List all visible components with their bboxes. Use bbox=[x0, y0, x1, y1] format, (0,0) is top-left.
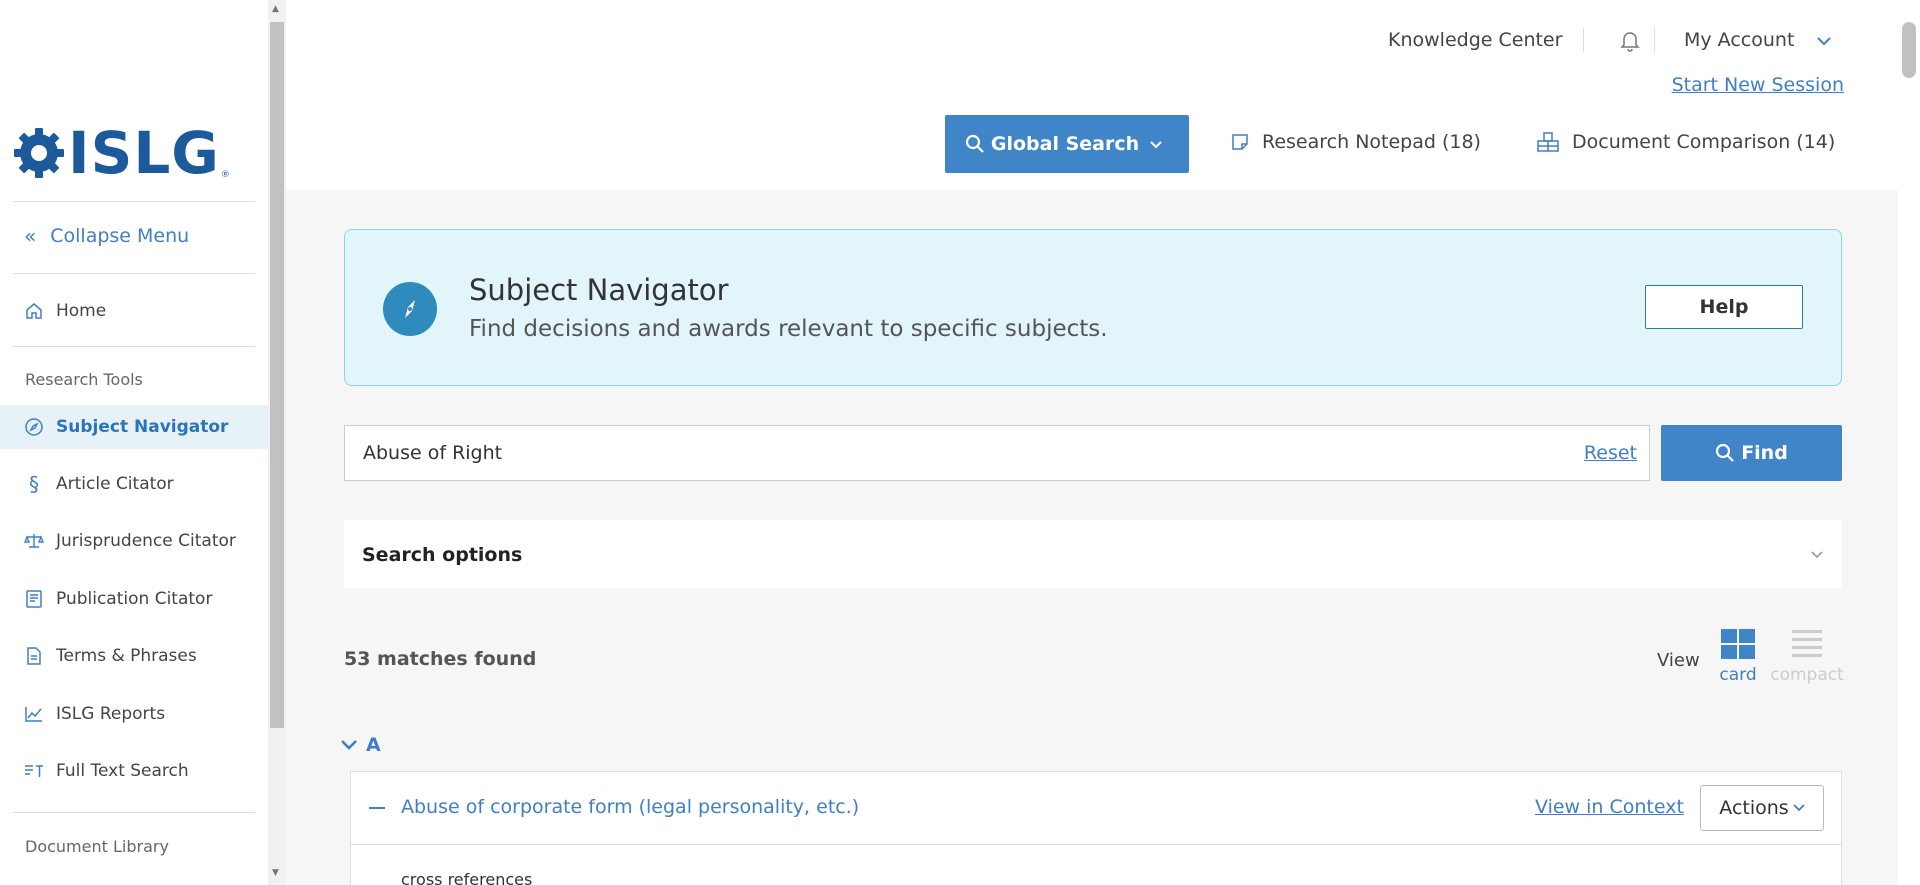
actions-dropdown[interactable]: Actions bbox=[1700, 785, 1824, 831]
top-bar: Knowledge Center My Account Start New Se… bbox=[286, 0, 1898, 190]
notepad-icon bbox=[1232, 134, 1248, 150]
sidebar-item-label: Jurisprudence Citator bbox=[56, 531, 236, 551]
grid-icon bbox=[1721, 629, 1755, 659]
actions-label: Actions bbox=[1719, 797, 1789, 819]
start-new-session-link[interactable]: Start New Session bbox=[1672, 74, 1844, 96]
subject-navigator-banner: Subject Navigator Find decisions and awa… bbox=[344, 229, 1842, 386]
sidebar-item-publication-citator[interactable]: Publication Citator bbox=[0, 577, 268, 621]
research-notepad-link[interactable]: Research Notepad (18) bbox=[1230, 131, 1481, 153]
find-label: Find bbox=[1741, 442, 1788, 464]
sidebar-item-label: Home bbox=[56, 301, 107, 321]
sidebar-item-jurisprudence-citator[interactable]: Jurisprudence Citator bbox=[0, 519, 268, 563]
view-card-label: card bbox=[1719, 665, 1757, 685]
compass-icon bbox=[24, 417, 44, 437]
view-card-toggle[interactable]: card bbox=[1714, 628, 1762, 685]
bell-icon[interactable] bbox=[1620, 30, 1640, 57]
page-title: Subject Navigator bbox=[469, 273, 729, 307]
sidebar-item-islg-reports[interactable]: ISLG Reports bbox=[0, 692, 268, 736]
sidebar-divider bbox=[13, 201, 255, 202]
chevron-down-icon bbox=[341, 740, 357, 750]
sidebar-divider bbox=[13, 346, 255, 347]
sidebar-scrollbar[interactable]: ▲ ▼ bbox=[268, 0, 286, 885]
list-icon bbox=[1792, 630, 1822, 657]
entry-title-link[interactable]: Abuse of corporate form (legal personali… bbox=[401, 796, 859, 818]
collapse-menu-button[interactable]: « Collapse Menu bbox=[24, 224, 189, 248]
document-icon bbox=[24, 646, 44, 666]
chevron-down-icon bbox=[1793, 804, 1805, 812]
reset-link[interactable]: Reset bbox=[1584, 442, 1637, 464]
sidebar-item-article-citator[interactable]: § Article Citator bbox=[0, 462, 268, 506]
page-subtitle: Find decisions and awards relevant to sp… bbox=[469, 316, 1108, 342]
global-search-label: Global Search bbox=[990, 133, 1140, 155]
view-compact-label: compact bbox=[1770, 665, 1844, 685]
collapse-minus-icon[interactable] bbox=[369, 807, 385, 809]
scales-icon bbox=[24, 531, 44, 551]
research-notepad-label: Research Notepad (18) bbox=[1262, 131, 1481, 153]
sidebar-item-subject-navigator[interactable]: Subject Navigator bbox=[0, 405, 268, 449]
section-research-tools: Research Tools bbox=[25, 370, 143, 389]
chevron-down-icon bbox=[1817, 36, 1832, 45]
scroll-down-arrow-icon[interactable]: ▼ bbox=[272, 868, 279, 878]
sidebar-item-full-text-search[interactable]: Full Text Search bbox=[0, 749, 268, 793]
search-icon bbox=[965, 134, 984, 153]
list-item: Abuse of corporate form (legal personali… bbox=[350, 771, 1842, 885]
header-divider bbox=[1583, 28, 1584, 52]
sidebar-item-terms-phrases[interactable]: Terms & Phrases bbox=[0, 634, 268, 678]
search-options-panel[interactable]: Search options bbox=[344, 520, 1842, 588]
search-options-label: Search options bbox=[362, 544, 523, 566]
section-icon: § bbox=[29, 472, 39, 496]
document-comparison-link[interactable]: Document Comparison (14) bbox=[1536, 131, 1835, 153]
scroll-up-arrow-icon[interactable]: ▲ bbox=[272, 4, 279, 14]
chart-icon bbox=[24, 704, 44, 724]
document-comparison-label: Document Comparison (14) bbox=[1572, 131, 1836, 153]
chevron-down-icon bbox=[1810, 544, 1824, 563]
section-document-library: Document Library bbox=[25, 837, 169, 856]
sidebar: ISLG ® « Collapse Menu Home Research Too… bbox=[0, 0, 268, 885]
view-compact-toggle[interactable]: compact bbox=[1770, 628, 1844, 685]
search-input-value: Abuse of Right bbox=[363, 442, 503, 464]
double-chevron-left-icon: « bbox=[24, 224, 37, 248]
group-letter: A bbox=[366, 734, 381, 756]
global-search-button[interactable]: Global Search bbox=[945, 115, 1189, 173]
group-toggle-a[interactable]: A bbox=[340, 734, 381, 756]
sidebar-divider bbox=[13, 812, 255, 813]
sidebar-item-label: Terms & Phrases bbox=[56, 646, 197, 666]
islg-logo[interactable]: ISLG ® bbox=[12, 119, 230, 187]
home-icon bbox=[24, 301, 44, 321]
logo-registered-mark: ® bbox=[220, 170, 230, 180]
book-icon bbox=[24, 589, 44, 609]
chevron-down-icon bbox=[1150, 140, 1162, 148]
sidebar-item-label: Article Citator bbox=[56, 474, 174, 494]
sidebar-divider bbox=[13, 273, 255, 274]
search-icon bbox=[1716, 443, 1734, 462]
view-in-context-link[interactable]: View in Context bbox=[1535, 796, 1684, 818]
sidebar-item-label: Publication Citator bbox=[56, 589, 213, 609]
gear-logo-icon bbox=[12, 126, 66, 180]
sidebar-item-label: Full Text Search bbox=[56, 761, 189, 781]
my-account-menu[interactable]: My Account bbox=[1684, 29, 1832, 51]
subject-search-input[interactable]: Abuse of Right Reset bbox=[344, 425, 1650, 481]
compass-icon bbox=[383, 282, 437, 336]
sidebar-item-label: Subject Navigator bbox=[56, 417, 229, 437]
comparison-icon bbox=[1537, 132, 1559, 152]
knowledge-center-link[interactable]: Knowledge Center bbox=[1388, 29, 1562, 51]
cross-references-label: cross references bbox=[401, 870, 533, 885]
my-account-label: My Account bbox=[1684, 29, 1795, 51]
header-divider bbox=[1654, 28, 1655, 52]
logo-text: ISLG bbox=[68, 119, 220, 187]
collapse-menu-label: Collapse Menu bbox=[50, 225, 190, 247]
entry-header: Abuse of corporate form (legal personali… bbox=[351, 772, 1841, 845]
sidebar-scrollbar-thumb[interactable] bbox=[270, 22, 284, 728]
find-button[interactable]: Find bbox=[1661, 425, 1842, 481]
view-label: View bbox=[1657, 650, 1700, 671]
page-scrollbar-thumb[interactable] bbox=[1902, 22, 1916, 78]
matches-count: 53 matches found bbox=[344, 648, 537, 670]
text-search-icon bbox=[24, 761, 44, 781]
sidebar-item-label: ISLG Reports bbox=[56, 704, 166, 724]
page-scrollbar[interactable] bbox=[1898, 0, 1920, 885]
main-content: Knowledge Center My Account Start New Se… bbox=[286, 0, 1898, 885]
help-button[interactable]: Help bbox=[1645, 285, 1803, 329]
sidebar-item-home[interactable]: Home bbox=[0, 289, 268, 333]
